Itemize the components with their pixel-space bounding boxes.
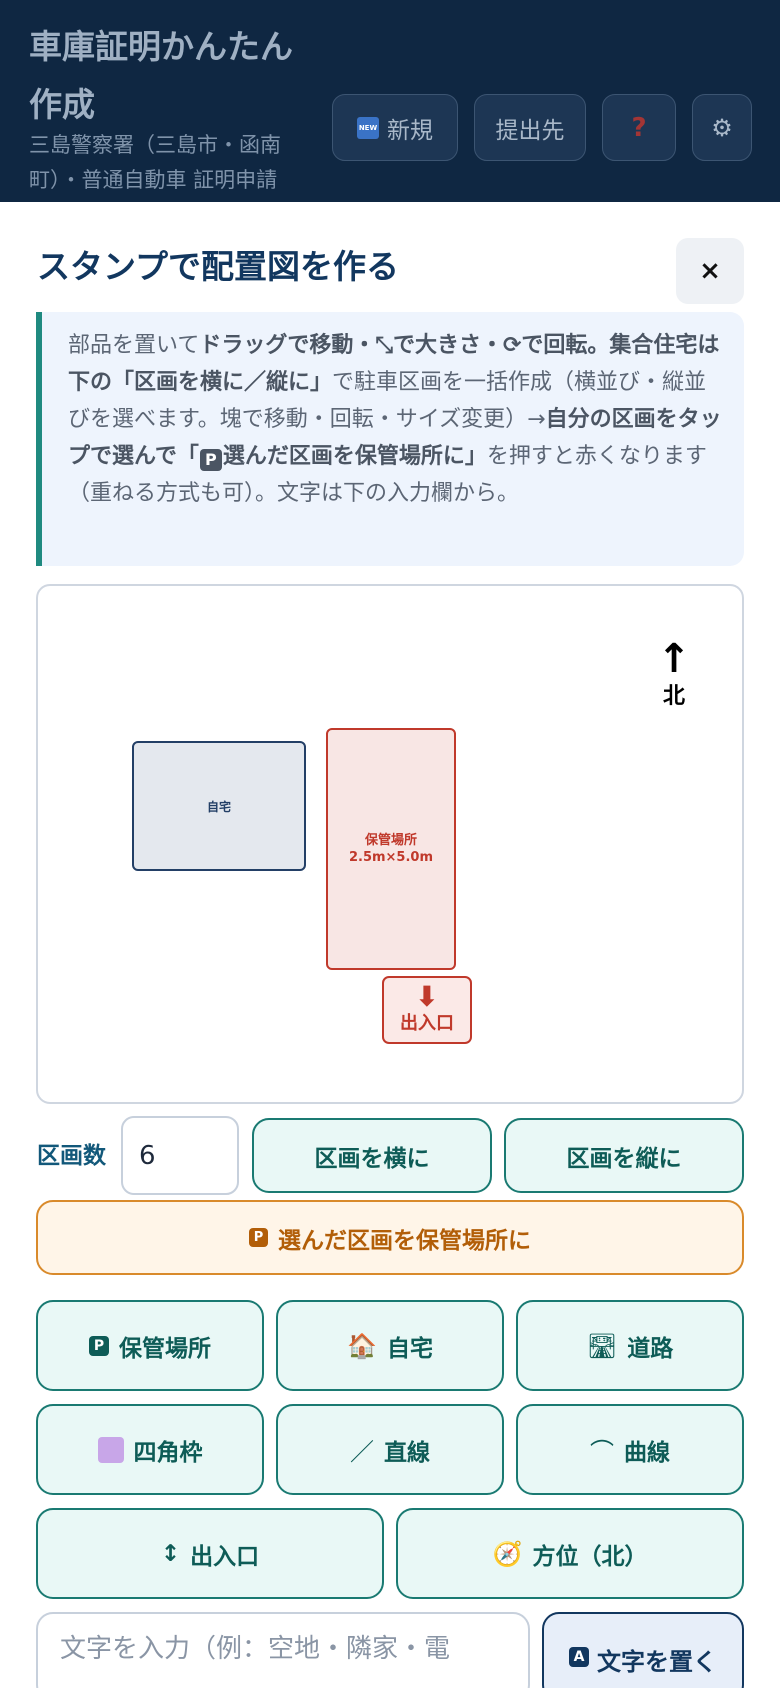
parking-icon: P <box>89 1335 109 1356</box>
parking-badge-icon: P <box>199 449 222 471</box>
app-header: 車庫証明かんたん作成 三島警察署（三島市・函南町）・普通自動車 証明申請 NEW… <box>0 0 780 202</box>
close-button[interactable]: × <box>676 238 744 304</box>
gear-icon: ⚙ <box>711 113 733 142</box>
stamp-line-label: 直線 <box>384 1439 430 1466</box>
arrange-vertical-label: 区画を縦に <box>566 1145 682 1172</box>
line-icon: ／ <box>350 1438 374 1466</box>
place-text-label: 文字を置く <box>597 1648 717 1676</box>
north-arrow-icon: ↑ <box>657 636 691 682</box>
instructions-panel: 部品を置いてドラッグで移動・⤡で大きさ・⟳で回転。集合住宅は下の「区画を横に／縦… <box>36 312 744 566</box>
info-text-1: 部品を置いて <box>68 333 200 358</box>
new-button[interactable]: NEW 新規 <box>332 94 458 161</box>
arrange-vertical-button[interactable]: 区画を縦に <box>504 1118 744 1193</box>
stamp-entrance-button[interactable]: ↕ 出入口 <box>36 1508 384 1599</box>
road-icon: 🛣 <box>586 1331 618 1360</box>
stamp-entrance-label: 出入口 <box>190 1543 260 1570</box>
square-icon <box>97 1436 124 1463</box>
compass-icon: 🧭 <box>492 1539 523 1568</box>
stamp-compass-button[interactable]: 🧭 方位（北） <box>396 1508 744 1599</box>
stamp-parking-label: 保管場所 <box>119 1335 211 1362</box>
submission-office-button[interactable]: 提出先 <box>474 94 586 161</box>
place-text-button[interactable]: A 文字を置く <box>542 1612 744 1688</box>
count-label: 区画数 <box>37 1143 106 1169</box>
stamp-compass-label: 方位（北） <box>532 1543 648 1570</box>
curve-icon: ⌒ <box>590 1438 614 1466</box>
north-stamp[interactable]: ↑ 北 <box>650 636 698 710</box>
assign-parking-label: 選んだ区画を保管場所に <box>278 1227 531 1254</box>
layout-canvas[interactable]: ↑ 北 自宅 保管場所 2.5m×5.0m ⬇ 出入口 <box>36 584 744 1104</box>
stamp-home-button[interactable]: 🏠 自宅 <box>276 1300 504 1391</box>
updown-arrow-icon: ↕ <box>160 1540 181 1567</box>
stamp-home-label: 自宅 <box>386 1335 433 1362</box>
new-button-label: 新規 <box>387 117 433 144</box>
parking-stamp[interactable]: 保管場所 2.5m×5.0m <box>326 728 456 970</box>
stamp-parking-button[interactable]: P 保管場所 <box>36 1300 264 1391</box>
stamp-curve-button[interactable]: ⌒ 曲線 <box>516 1404 744 1495</box>
stamp-rect-label: 四角枠 <box>133 1439 203 1466</box>
letter-a-icon: A <box>569 1647 589 1667</box>
house-label: 自宅 <box>206 799 231 814</box>
house-stamp[interactable]: 自宅 <box>132 741 306 871</box>
parking-icon: P <box>249 1228 268 1247</box>
north-label: 北 <box>662 684 685 709</box>
arrange-horizontal-label: 区画を横に <box>314 1145 430 1172</box>
arrange-horizontal-button[interactable]: 区画を横に <box>252 1118 492 1193</box>
house-icon: 🏠 <box>347 1331 377 1360</box>
new-icon: NEW <box>357 116 379 139</box>
app-title: 車庫証明かんたん作成 <box>29 27 293 124</box>
count-input[interactable] <box>121 1116 239 1195</box>
close-icon: × <box>699 256 721 286</box>
info-bold-2b: 選んだ区画を保管場所に」 <box>222 444 487 469</box>
entrance-stamp[interactable]: ⬇ 出入口 <box>382 976 472 1044</box>
sheet-title: スタンプで配置図を作る <box>37 247 400 286</box>
stamp-rect-button[interactable]: 四角枠 <box>36 1404 264 1495</box>
stamp-line-button[interactable]: ／ 直線 <box>276 1404 504 1495</box>
down-arrow-icon: ⬇ <box>415 980 439 1013</box>
parking-size: 2.5m×5.0m <box>348 850 434 865</box>
app-subtitle: 三島警察署（三島市・函南町）・普通自動車 証明申請 <box>29 133 281 192</box>
settings-button[interactable]: ⚙ <box>692 94 752 161</box>
submission-office-label: 提出先 <box>495 117 565 144</box>
stamp-road-button[interactable]: 🛣 道路 <box>516 1300 744 1391</box>
stamp-road-label: 道路 <box>627 1335 674 1362</box>
assign-parking-button[interactable]: P 選んだ区画を保管場所に <box>36 1200 744 1275</box>
parking-label: 保管場所 <box>364 833 417 848</box>
text-input[interactable] <box>36 1612 530 1688</box>
help-button[interactable]: ? <box>602 94 676 161</box>
question-icon: ? <box>631 112 647 143</box>
stamp-curve-label: 曲線 <box>624 1439 670 1466</box>
entrance-label: 出入口 <box>400 1013 454 1034</box>
